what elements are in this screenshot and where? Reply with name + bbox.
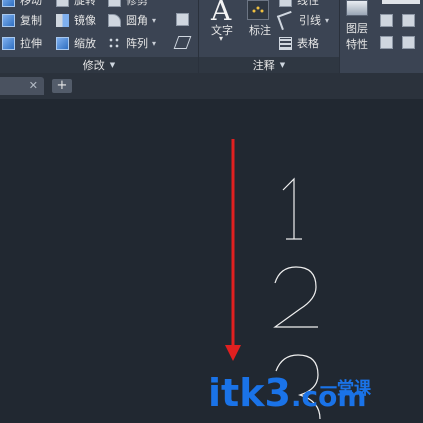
fillet-label: 圆角 xyxy=(126,14,148,27)
rotate-label: 旋转 xyxy=(74,0,96,7)
dimension-glyph xyxy=(252,6,264,13)
direction-arrow-head xyxy=(225,345,241,361)
move-label: 移动 xyxy=(20,0,42,7)
leader-chevron-down-icon[interactable]: ▾ xyxy=(325,16,329,25)
watermark-cn: 一堂课 xyxy=(320,379,371,399)
annotation-panel: A 文字 ▾ 标注 线性 引线 ▾ 表格 注释 ▼ xyxy=(199,0,339,73)
table-icon xyxy=(279,36,292,50)
annotation-panel-title[interactable]: 注释 ▼ xyxy=(199,57,339,73)
mirror-label: 镜像 xyxy=(74,14,96,27)
trim-label: 修剪 xyxy=(126,0,148,7)
copy-icon xyxy=(2,13,15,27)
modify-panel-title-label: 修改 xyxy=(82,59,105,72)
drawn-number-2[interactable] xyxy=(273,266,318,328)
layer-lock-icon[interactable] xyxy=(402,14,415,27)
fillet-chevron-down-icon[interactable]: ▾ xyxy=(152,16,156,25)
chevron-down-icon: ▼ xyxy=(279,61,286,69)
array-label: 阵列 xyxy=(126,37,148,50)
site-watermark: itk3 .com 一堂课 xyxy=(208,371,371,421)
array-icon xyxy=(108,36,121,50)
trim-icon xyxy=(108,0,121,7)
scale-button[interactable]: 缩放 xyxy=(56,34,96,52)
drawn-number-1[interactable] xyxy=(282,177,302,240)
stretch-icon xyxy=(2,36,15,50)
modify-panel: 移动 旋转 修剪 复制 镜像 圆角 ▾ 拉伸 缩放 阵列 ▾ 修改 ▼ xyxy=(0,0,198,73)
trim-button[interactable]: 修剪 xyxy=(108,0,148,9)
layer-properties-icon[interactable] xyxy=(346,0,368,16)
ribbon: 移动 旋转 修剪 复制 镜像 圆角 ▾ 拉伸 缩放 阵列 ▾ 修改 ▼ A 文字… xyxy=(0,0,423,73)
leader-icon xyxy=(276,10,297,30)
offset-icon[interactable] xyxy=(173,36,192,49)
layer-dropdown[interactable] xyxy=(382,0,420,4)
text-chevron-down-icon[interactable]: ▾ xyxy=(219,34,223,43)
rotate-button[interactable]: 旋转 xyxy=(56,0,96,9)
move-icon xyxy=(2,0,15,7)
linear-icon xyxy=(279,0,292,7)
table-label: 表格 xyxy=(297,37,319,50)
layer-isolate-icon[interactable] xyxy=(402,36,415,49)
new-tab-button[interactable]: + xyxy=(52,79,72,93)
copy-label: 复制 xyxy=(20,14,42,27)
layer-state-icon[interactable] xyxy=(380,14,393,27)
leader-label: 引线 xyxy=(299,14,321,27)
rotate-icon xyxy=(56,0,69,7)
explode-icon[interactable] xyxy=(176,13,189,26)
annotation-panel-title-label: 注释 xyxy=(252,59,275,72)
array-chevron-down-icon[interactable]: ▾ xyxy=(152,39,156,48)
mirror-button[interactable]: 镜像 xyxy=(56,11,96,29)
copy-button[interactable]: 复制 xyxy=(2,11,42,29)
linear-button[interactable]: 线性 xyxy=(279,0,319,9)
move-button[interactable]: 移动 xyxy=(2,0,42,9)
file-tab-bar: ✕ + xyxy=(0,73,423,99)
close-icon[interactable]: ✕ xyxy=(29,79,38,92)
dimension-label[interactable]: 标注 xyxy=(249,22,271,38)
dimension-icon[interactable] xyxy=(247,0,269,20)
array-button[interactable]: 阵列 ▾ xyxy=(108,34,156,52)
layer-properties-label[interactable]: 图层 特性 xyxy=(346,21,368,53)
stretch-button[interactable]: 拉伸 xyxy=(2,34,42,52)
linear-label: 线性 xyxy=(297,0,319,7)
chevron-down-icon: ▼ xyxy=(109,61,116,69)
watermark-main: itk3 xyxy=(208,371,291,415)
fillet-button[interactable]: 圆角 ▾ xyxy=(108,11,156,29)
fillet-icon xyxy=(108,13,121,27)
scale-icon xyxy=(56,36,69,50)
scale-label: 缩放 xyxy=(74,37,96,50)
leader-button[interactable]: 引线 ▾ xyxy=(276,10,329,30)
drawing-tab[interactable]: ✕ xyxy=(0,77,44,95)
mirror-icon xyxy=(56,13,69,27)
layer-freeze-icon[interactable] xyxy=(380,36,393,49)
stretch-label: 拉伸 xyxy=(20,37,42,50)
table-button[interactable]: 表格 xyxy=(279,34,319,52)
modify-panel-title[interactable]: 修改 ▼ xyxy=(0,57,198,73)
layers-panel: 图层 特性 xyxy=(340,0,423,73)
